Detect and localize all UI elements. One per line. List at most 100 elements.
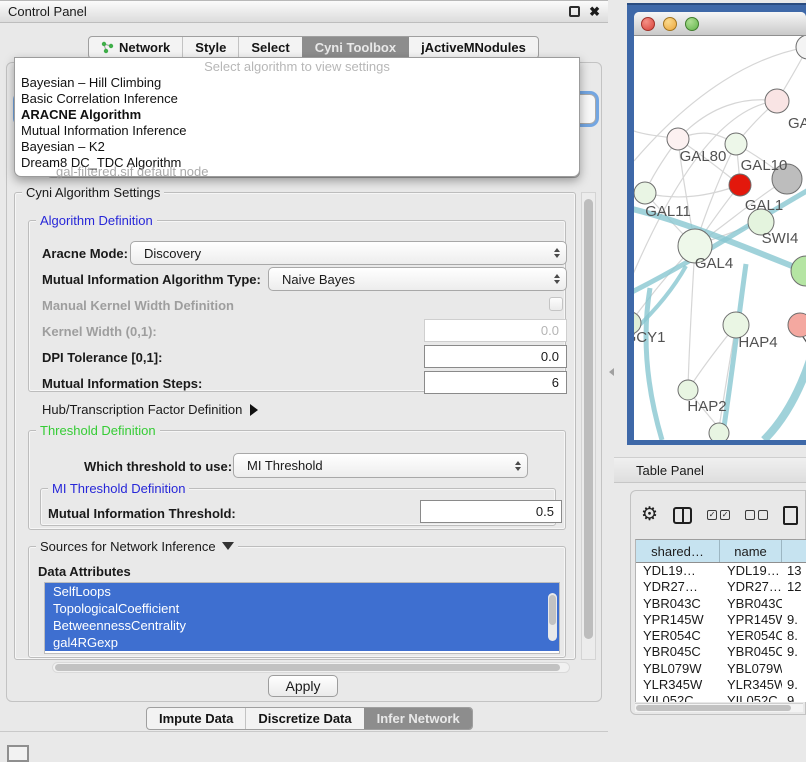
mi-threshold-field[interactable]: 0.5 <box>420 500 562 523</box>
table-row[interactable]: YPR145WYPR145W9. <box>636 612 806 628</box>
network-window-titlebar[interactable] <box>634 12 806 36</box>
table-column-header[interactable]: shared… <box>636 540 720 562</box>
node-gal1-red[interactable] <box>729 174 751 196</box>
table-column-header[interactable]: name <box>720 540 782 562</box>
split-columns-icon[interactable] <box>673 507 692 524</box>
table-row[interactable]: YBL079WYBL079W <box>636 661 806 677</box>
deselect-all-icon[interactable] <box>745 510 768 520</box>
node-hap2[interactable] <box>678 380 698 400</box>
table-horizontal-scrollbar[interactable] <box>635 703 803 712</box>
dropdown-item[interactable]: ARACNE Algorithm <box>15 107 579 123</box>
float-window-icon[interactable] <box>569 6 580 17</box>
tab-cyni-toolbox[interactable]: Cyni Toolbox <box>302 37 408 58</box>
minimize-traffic-light[interactable] <box>663 17 677 31</box>
table-row[interactable]: YBR045CYBR045C9. <box>636 644 806 660</box>
tab-jactivemnodules[interactable]: jActiveMNodules <box>408 37 538 58</box>
node-label: Y <box>802 334 806 351</box>
table-row[interactable]: YLR345WYLR345W9. <box>636 677 806 693</box>
attribute-list-item[interactable]: BetweennessCentrality <box>45 617 559 634</box>
table-row[interactable]: YDL19…YDL19…13 <box>636 563 806 579</box>
dropdown-item[interactable]: Bayesian – K2 <box>15 139 579 155</box>
control-panel-title: Control Panel <box>8 4 569 19</box>
settings-horizontal-scrollbar[interactable] <box>52 662 570 673</box>
sources-group-toggle[interactable]: Sources for Network Inference <box>36 539 238 554</box>
kernel-width-label: Kernel Width (0,1): <box>42 324 157 339</box>
which-threshold-combobox[interactable]: MI Threshold <box>233 453 528 478</box>
node-bottom-partial[interactable] <box>709 423 729 440</box>
data-attributes-label: Data Attributes <box>38 564 131 579</box>
dpi-tolerance-field[interactable]: 0.0 <box>424 345 567 368</box>
spinner-arrows-icon <box>515 461 521 471</box>
tab-select[interactable]: Select <box>238 37 301 58</box>
settings-group-title: Cyni Algorithm Settings <box>22 185 164 200</box>
apply-button[interactable]: Apply <box>268 675 338 697</box>
node-green-right[interactable] <box>791 256 806 286</box>
table-column-header[interactable] <box>782 540 806 562</box>
node-label: GAL11 <box>645 203 691 220</box>
mi-steps-label: Mutual Information Steps: <box>42 376 202 391</box>
mi-steps-field[interactable]: 6 <box>424 371 567 394</box>
network-canvas[interactable]: GALGAL80GAL10GAL1GAL11SWI4GAL4GCY1HAP4YH… <box>634 36 806 440</box>
attribute-list-item[interactable]: TopologicalCoefficient <box>45 600 559 617</box>
data-attributes-list[interactable]: SelfLoopsTopologicalCoefficientBetweenne… <box>44 582 560 654</box>
attribute-list-item[interactable]: gal4RGexp <box>45 634 559 651</box>
settings-horizontal-scrollbar-thumb[interactable] <box>55 664 560 671</box>
hub-definition-toggle[interactable]: Hub/Transcription Factor Definition <box>42 402 258 417</box>
mi-algorithm-type-combobox[interactable]: Naive Bayes <box>268 267 567 291</box>
table-cell: YBL079W <box>636 661 720 677</box>
attribute-list-item[interactable]: SelfLoops <box>45 583 559 600</box>
zoom-traffic-light[interactable] <box>685 17 699 31</box>
dropdown-item[interactable]: Mutual Information Inference <box>15 123 579 139</box>
table-row[interactable]: YIL052CYIL052C9. <box>636 693 806 702</box>
floating-panel-icon[interactable] <box>7 745 29 762</box>
node-gal10[interactable] <box>725 133 747 155</box>
kernel-width-field[interactable]: 0.0 <box>424 319 567 342</box>
tab-discretize-data[interactable]: Discretize Data <box>245 708 363 729</box>
table-panel: ⚙ ✓✓ shared…name YDL19…YDL19…13YDR27…YDR… <box>630 490 806 715</box>
close-traffic-light[interactable] <box>641 17 655 31</box>
gear-icon[interactable]: ⚙ <box>641 505 658 525</box>
manual-kernel-label: Manual Kernel Width Definition <box>42 298 234 313</box>
network-edge[interactable] <box>678 100 777 139</box>
threshold-definition-title: Threshold Definition <box>36 423 160 438</box>
node-gal80[interactable] <box>667 128 689 150</box>
close-icon[interactable]: ✖ <box>589 6 600 17</box>
table-row[interactable]: YDR27…YDR27…12 <box>636 579 806 595</box>
table-cell: YBL079W <box>720 661 782 677</box>
tab-impute-data[interactable]: Impute Data <box>147 708 245 729</box>
network-view-window[interactable]: GALGAL80GAL10GAL1GAL11SWI4GAL4GCY1HAP4YH… <box>627 3 806 445</box>
table-cell: 9. <box>782 612 806 628</box>
table-cell: YER054C <box>720 628 782 644</box>
node-table: shared…name YDL19…YDL19…13YDR27…YDR27…12… <box>635 539 806 702</box>
table-cell: YDL19… <box>720 563 782 579</box>
node-unlabeled-top[interactable] <box>796 36 806 59</box>
dropdown-item[interactable]: Basic Correlation Inference <box>15 91 579 107</box>
which-threshold-label: Which threshold to use: <box>84 459 232 474</box>
network-edge[interactable] <box>764 354 806 440</box>
aracne-mode-combobox[interactable]: Discovery <box>130 241 567 265</box>
tab-style[interactable]: Style <box>182 37 238 58</box>
document-icon[interactable] <box>783 506 798 525</box>
dropdown-item-list: Bayesian – Hill ClimbingBasic Correlatio… <box>15 75 579 171</box>
table-toolbar: ⚙ ✓✓ <box>641 501 806 529</box>
network-edge[interactable] <box>645 185 740 197</box>
settings-vertical-scrollbar-thumb[interactable] <box>584 199 593 639</box>
node-gal11[interactable] <box>634 182 656 204</box>
table-cell: 12 <box>782 579 806 595</box>
table-horizontal-scrollbar-thumb[interactable] <box>636 705 791 711</box>
node-label: GCY1 <box>634 329 665 346</box>
tab-infer-network[interactable]: Infer Network <box>364 708 472 729</box>
table-row[interactable]: YER054CYER054C8. <box>636 628 806 644</box>
tab-network[interactable]: Network <box>89 37 182 58</box>
select-all-icon[interactable]: ✓✓ <box>707 510 730 520</box>
manual-kernel-checkbox[interactable] <box>549 297 563 311</box>
node-gal-partial[interactable] <box>765 89 789 113</box>
table-cell: YLR345W <box>636 677 720 693</box>
node-label: GAL1 <box>745 197 783 214</box>
divider-grip-icon[interactable] <box>609 368 614 376</box>
dropdown-item[interactable]: Bayesian – Hill Climbing <box>15 75 579 91</box>
settings-vertical-scrollbar[interactable] <box>581 192 596 660</box>
attribute-list-scrollbar[interactable] <box>548 593 557 641</box>
table-row[interactable]: YBR043CYBR043C <box>636 596 806 612</box>
dropdown-prompt: Select algorithm to view settings <box>15 59 579 75</box>
